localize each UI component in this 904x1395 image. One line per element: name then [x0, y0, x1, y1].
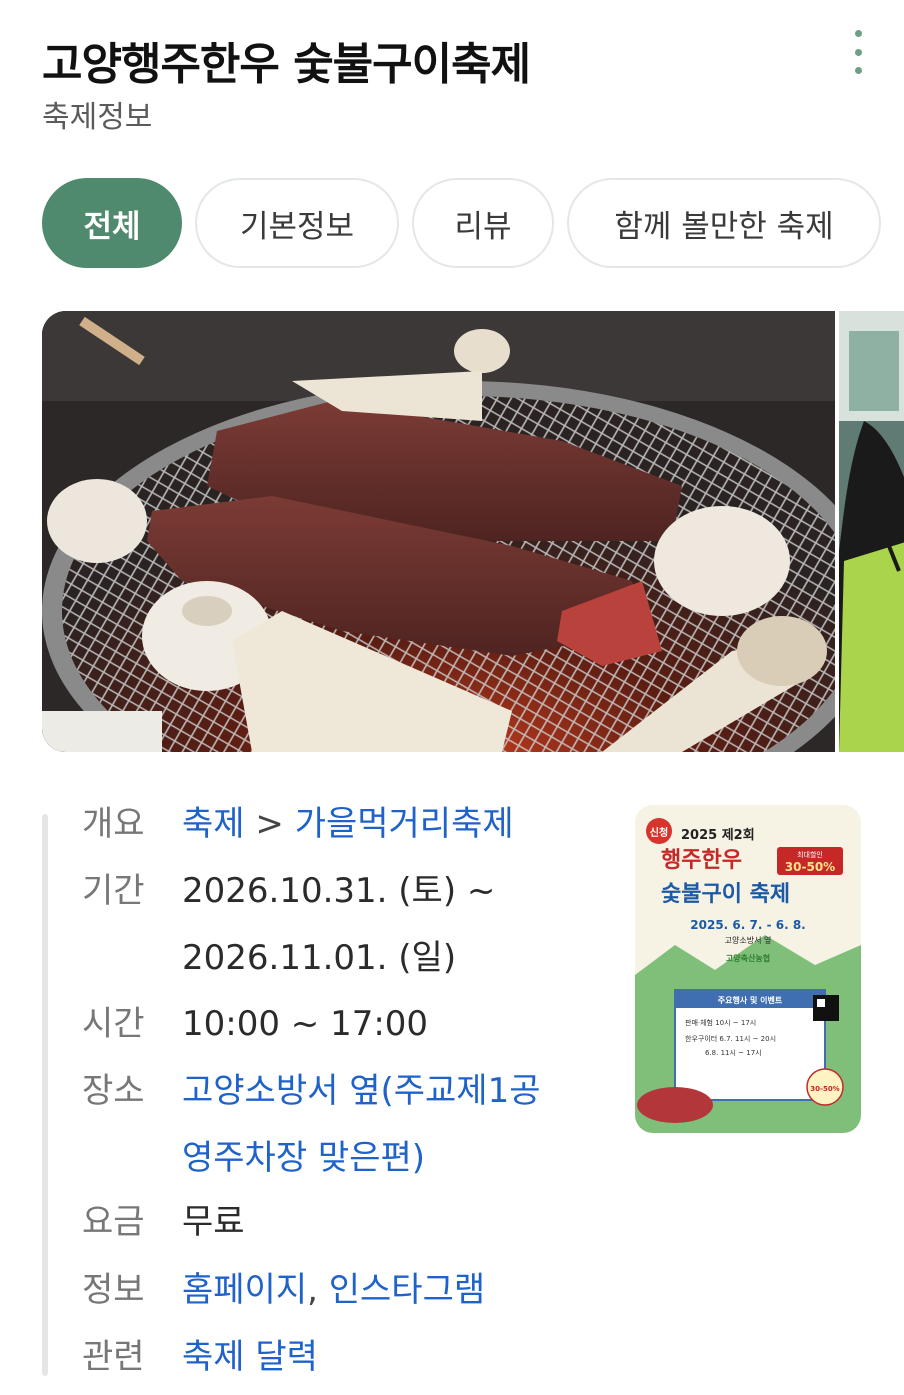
fee-value: 무료	[182, 1202, 245, 1242]
links-value: 홈페이지, 인스타그램	[182, 1256, 485, 1324]
page-subtitle: 축제정보	[42, 100, 153, 135]
page-header: 고양행주한우 숯불구이축제 축제정보	[0, 0, 904, 152]
related-label: 관련	[82, 1337, 145, 1377]
instagram-link[interactable]: 인스타그램	[329, 1270, 485, 1310]
poster-discount: 30-50%	[785, 860, 835, 874]
time-value: 10:00 ~ 17:00	[182, 1004, 429, 1044]
links-comma: ,	[307, 1270, 318, 1310]
tab-all[interactable]: 전체	[42, 178, 182, 268]
festival-calendar-link[interactable]: 축제 달력	[182, 1323, 318, 1391]
poster-events-title: 주요행사 및 이벤트	[718, 995, 783, 1005]
poster-discount-note: 최대할인	[797, 850, 823, 859]
category-separator: >	[255, 804, 284, 844]
tab-related-festivals[interactable]: 함께 볼만한 축제	[567, 178, 881, 268]
festival-poster[interactable]: 신청 2025 제2회 행주한우 최대할인 30-50% 숯불구이 축제 202…	[635, 805, 861, 1133]
poster-event3: 6.8. 11시 ~ 17시	[705, 1049, 762, 1057]
more-options-icon[interactable]	[846, 30, 870, 74]
info-divider-rail	[42, 814, 48, 1376]
poster-event1: 판매·체험 10시 ~ 17시	[685, 1018, 756, 1027]
poster-edition: 2025 제2회	[681, 827, 755, 843]
poster-title2: 숯불구이 축제	[661, 882, 790, 907]
place-link-line2[interactable]: 영주차장 맞은편)	[182, 1124, 425, 1192]
subcategory-link[interactable]: 가을먹거리축제	[295, 804, 514, 844]
photo-carousel[interactable]	[42, 311, 904, 752]
tab-reviews[interactable]: 리뷰	[412, 178, 554, 268]
overview-label: 개요	[82, 804, 145, 844]
poster-title1: 행주한우	[661, 848, 742, 873]
place-label: 장소	[82, 1071, 145, 1111]
time-label: 시간	[82, 1004, 145, 1044]
category-link[interactable]: 축제	[182, 804, 245, 844]
period-label: 기간	[82, 871, 145, 911]
overview-value: 축제 > 가을먹거리축제	[182, 790, 514, 858]
poster-dates: 2025. 6. 7. - 6. 8.	[690, 918, 805, 932]
tab-bar: 전체 기본정보 리뷰 함께 볼만한 축제	[0, 178, 904, 272]
homepage-link[interactable]: 홈페이지	[182, 1270, 307, 1310]
festival-photo-next[interactable]	[839, 311, 904, 752]
tab-basic-info[interactable]: 기본정보	[195, 178, 399, 268]
place-link-line1[interactable]: 고양소방서 옆(주교제1공	[182, 1057, 541, 1125]
poster-place: 고양소방서 옆	[725, 935, 772, 945]
fee-label: 요금	[82, 1202, 145, 1242]
period-end: 2026.11.01. (일)	[182, 938, 457, 978]
period-start: 2026.10.31. (토) ~	[182, 871, 496, 911]
poster-badge: 신청	[650, 826, 668, 839]
poster-event2: 한우구이터 6.7. 11시 ~ 20시	[685, 1034, 776, 1043]
page-title: 고양행주한우 숯불구이축제	[42, 39, 531, 90]
links-label: 정보	[82, 1270, 145, 1310]
poster-promo: 30-50%	[810, 1085, 839, 1093]
poster-org: 고양축산농협	[726, 953, 770, 963]
grilled-beef-photo[interactable]	[42, 311, 835, 752]
